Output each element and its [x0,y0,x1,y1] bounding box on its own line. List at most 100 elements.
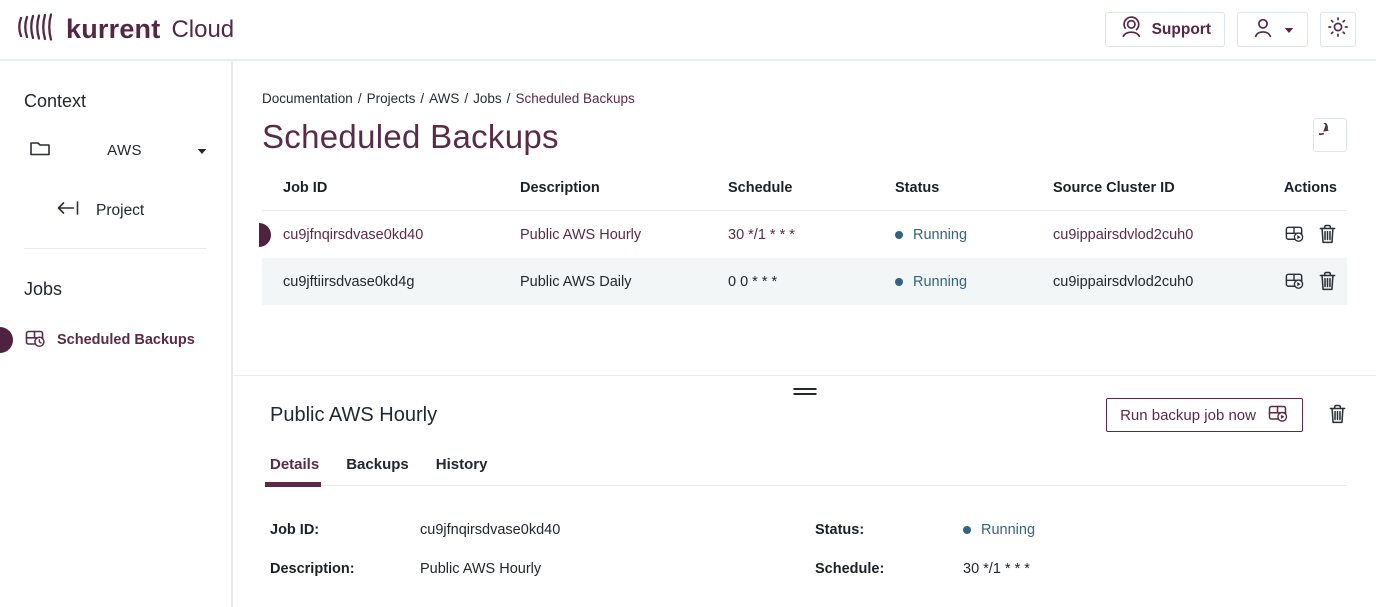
tab-history[interactable]: History [436,456,488,485]
panel-splitter [233,375,1376,376]
detail-fields: Job ID: cu9jfnqirsdvase0kd40 Status: Run… [270,522,1347,577]
cell-status: Running [895,227,1053,243]
field-label-status: Status: [815,522,963,538]
col-header-schedule: Schedule [728,180,895,196]
field-label-job-id: Job ID: [270,522,420,538]
backup-box-play-icon [1284,270,1305,294]
field-value-schedule: 30 */1 * * * [963,561,1347,577]
selected-row-indicator [259,223,271,247]
backup-box-clock-icon [24,327,46,353]
status-dot [895,278,903,286]
sun-icon [1327,16,1349,43]
active-item-indicator [0,327,13,353]
trash-icon [1318,223,1337,247]
brand-logo: kurrent Cloud [17,11,234,48]
context-selector-value: AWS [52,142,197,159]
folder-icon [28,136,52,165]
cell-status: Running [895,274,1053,290]
breadcrumb-separator: / [464,91,468,106]
table-header-row: Job ID Description Schedule Status Sourc… [262,180,1347,211]
col-header-actions: Actions [1281,180,1347,196]
job-detail-panel: Public AWS Hourly Run backup job now [233,376,1376,577]
field-value-description: Public AWS Hourly [420,561,815,577]
theme-toggle-button[interactable] [1320,12,1356,47]
sidebar: Context AWS Project Jobs [0,61,233,607]
refresh-icon [1319,123,1341,148]
breadcrumb-item[interactable]: Projects [367,91,416,106]
run-backup-action-button[interactable] [1284,223,1305,247]
delete-action-button[interactable] [1318,270,1337,294]
delete-action-button[interactable] [1318,223,1337,247]
user-icon [1251,15,1275,44]
field-value-job-id: cu9jfnqirsdvase0kd40 [420,522,815,538]
topbar-actions: Support [1105,12,1356,47]
backup-box-play-icon [1267,402,1289,428]
sidebar-item-label: Scheduled Backups [57,332,195,348]
project-back-label: Project [96,202,144,220]
status-dot [895,231,903,239]
backup-box-play-icon [1284,223,1305,247]
topbar: kurrent Cloud Support [0,0,1376,61]
breadcrumb-separator: / [420,91,424,106]
jobs-heading: Jobs [24,279,231,300]
jobs-table: Job ID Description Schedule Status Sourc… [262,180,1347,305]
status-dot [963,526,971,534]
cell-description: Public AWS Daily [520,274,728,290]
context-selector[interactable]: AWS [28,136,207,165]
chevron-down-icon [1284,21,1294,39]
arrow-left-bar-icon [55,199,81,222]
cell-job-id: cu9jfnqirsdvase0kd40 [262,227,520,243]
breadcrumb-separator: / [358,91,362,106]
run-backup-action-button[interactable] [1284,270,1305,294]
context-heading: Context [24,91,231,112]
status-badge: Running [913,274,967,290]
support-label: Support [1152,21,1211,39]
kurrent-waves-icon [17,11,57,48]
col-header-description: Description [520,180,728,196]
page-title: Scheduled Backups [262,118,559,156]
field-value-status: Running [963,522,1347,538]
breadcrumb-separator: / [507,91,511,106]
trash-icon [1318,270,1337,294]
cell-source-cluster-id: cu9ippairsdvlod2cuh0 [1053,274,1281,290]
detail-tabs: Details Backups History [270,456,1347,486]
field-label-schedule: Schedule: [815,561,963,577]
refresh-button[interactable] [1313,118,1347,152]
run-backup-now-label: Run backup job now [1120,407,1256,424]
project-back-link[interactable]: Project [55,199,231,222]
table-row[interactable]: cu9jftiirsdvase0kd4g Public AWS Daily 0 … [262,258,1347,305]
breadcrumb-current: Scheduled Backups [515,91,634,106]
cell-description: Public AWS Hourly [520,227,728,243]
headset-icon [1119,15,1143,44]
status-badge: Running [981,522,1035,538]
brand-name: kurrent [66,14,160,45]
support-button[interactable]: Support [1105,12,1225,47]
trash-icon [1328,403,1347,427]
cell-job-id: cu9jftiirsdvase0kd4g [262,274,520,290]
col-header-source-cluster-id: Source Cluster ID [1053,180,1281,196]
sidebar-item-scheduled-backups[interactable]: Scheduled Backups [0,327,231,353]
breadcrumb-item[interactable]: Jobs [473,91,502,106]
cell-actions [1281,223,1347,247]
detail-panel-title: Public AWS Hourly [270,404,437,427]
cell-schedule: 30 */1 * * * [728,227,895,243]
breadcrumb-item[interactable]: AWS [429,91,459,106]
col-header-status: Status [895,180,1053,196]
cell-schedule: 0 0 * * * [728,274,895,290]
run-backup-now-button[interactable]: Run backup job now [1106,398,1303,432]
cell-source-cluster-id: cu9ippairsdvlod2cuh0 [1053,227,1281,243]
field-label-description: Description: [270,561,420,577]
cell-actions [1281,270,1347,294]
brand-suffix: Cloud [171,16,234,44]
tab-backups[interactable]: Backups [346,456,409,485]
col-header-job-id: Job ID [262,180,520,196]
table-row[interactable]: cu9jfnqirsdvase0kd40 Public AWS Hourly 3… [262,211,1347,258]
drag-handle-icon[interactable] [793,385,816,398]
breadcrumb-item[interactable]: Documentation [262,91,353,106]
user-menu-button[interactable] [1237,12,1308,47]
breadcrumb: Documentation / Projects / AWS / Jobs / Schedule… [233,61,1376,106]
sidebar-divider [24,248,207,249]
main-content: Documentation / Projects / AWS / Jobs / Schedule… [233,61,1376,607]
tab-details[interactable]: Details [270,456,319,485]
delete-job-button[interactable] [1328,403,1347,427]
